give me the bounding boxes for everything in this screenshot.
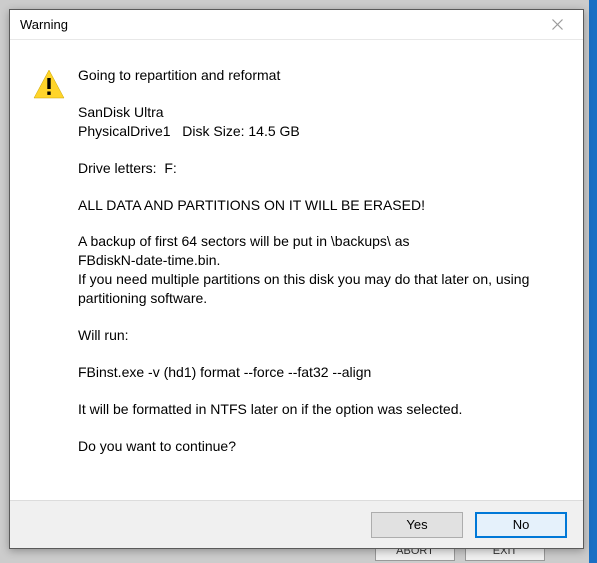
no-button[interactable]: No: [475, 512, 567, 538]
message-text: Going to repartition and reformat SanDis…: [78, 66, 561, 490]
disk-info: SanDisk Ultra PhysicalDrive1 Disk Size: …: [78, 103, 561, 141]
backdrop-accent: [589, 0, 597, 563]
close-icon: [552, 19, 563, 30]
dialog-title: Warning: [20, 17, 68, 32]
backup-info: A backup of first 64 sectors will be put…: [78, 232, 561, 308]
heading-text: Going to repartition and reformat: [78, 66, 561, 85]
ntfs-note: It will be formatted in NTFS later on if…: [78, 400, 561, 419]
disk-name: SanDisk Ultra: [78, 103, 561, 122]
physical-drive-line: PhysicalDrive1 Disk Size: 14.5 GB: [78, 122, 561, 141]
icon-column: [32, 66, 78, 490]
drive-letters-line: Drive letters: F:: [78, 159, 561, 178]
warning-dialog: Warning Going to repartition and reforma…: [9, 9, 584, 549]
yes-button[interactable]: Yes: [371, 512, 463, 538]
titlebar: Warning: [10, 10, 583, 40]
warning-icon: [32, 68, 78, 107]
erase-warning: ALL DATA AND PARTITIONS ON IT WILL BE ER…: [78, 196, 561, 215]
command-text: FBinst.exe -v (hd1) format --force --fat…: [78, 363, 561, 382]
confirm-question: Do you want to continue?: [78, 437, 561, 456]
content-area: Going to repartition and reformat SanDis…: [10, 40, 583, 500]
close-button[interactable]: [537, 13, 577, 37]
will-run-label: Will run:: [78, 326, 561, 345]
button-bar: Yes No: [10, 500, 583, 548]
